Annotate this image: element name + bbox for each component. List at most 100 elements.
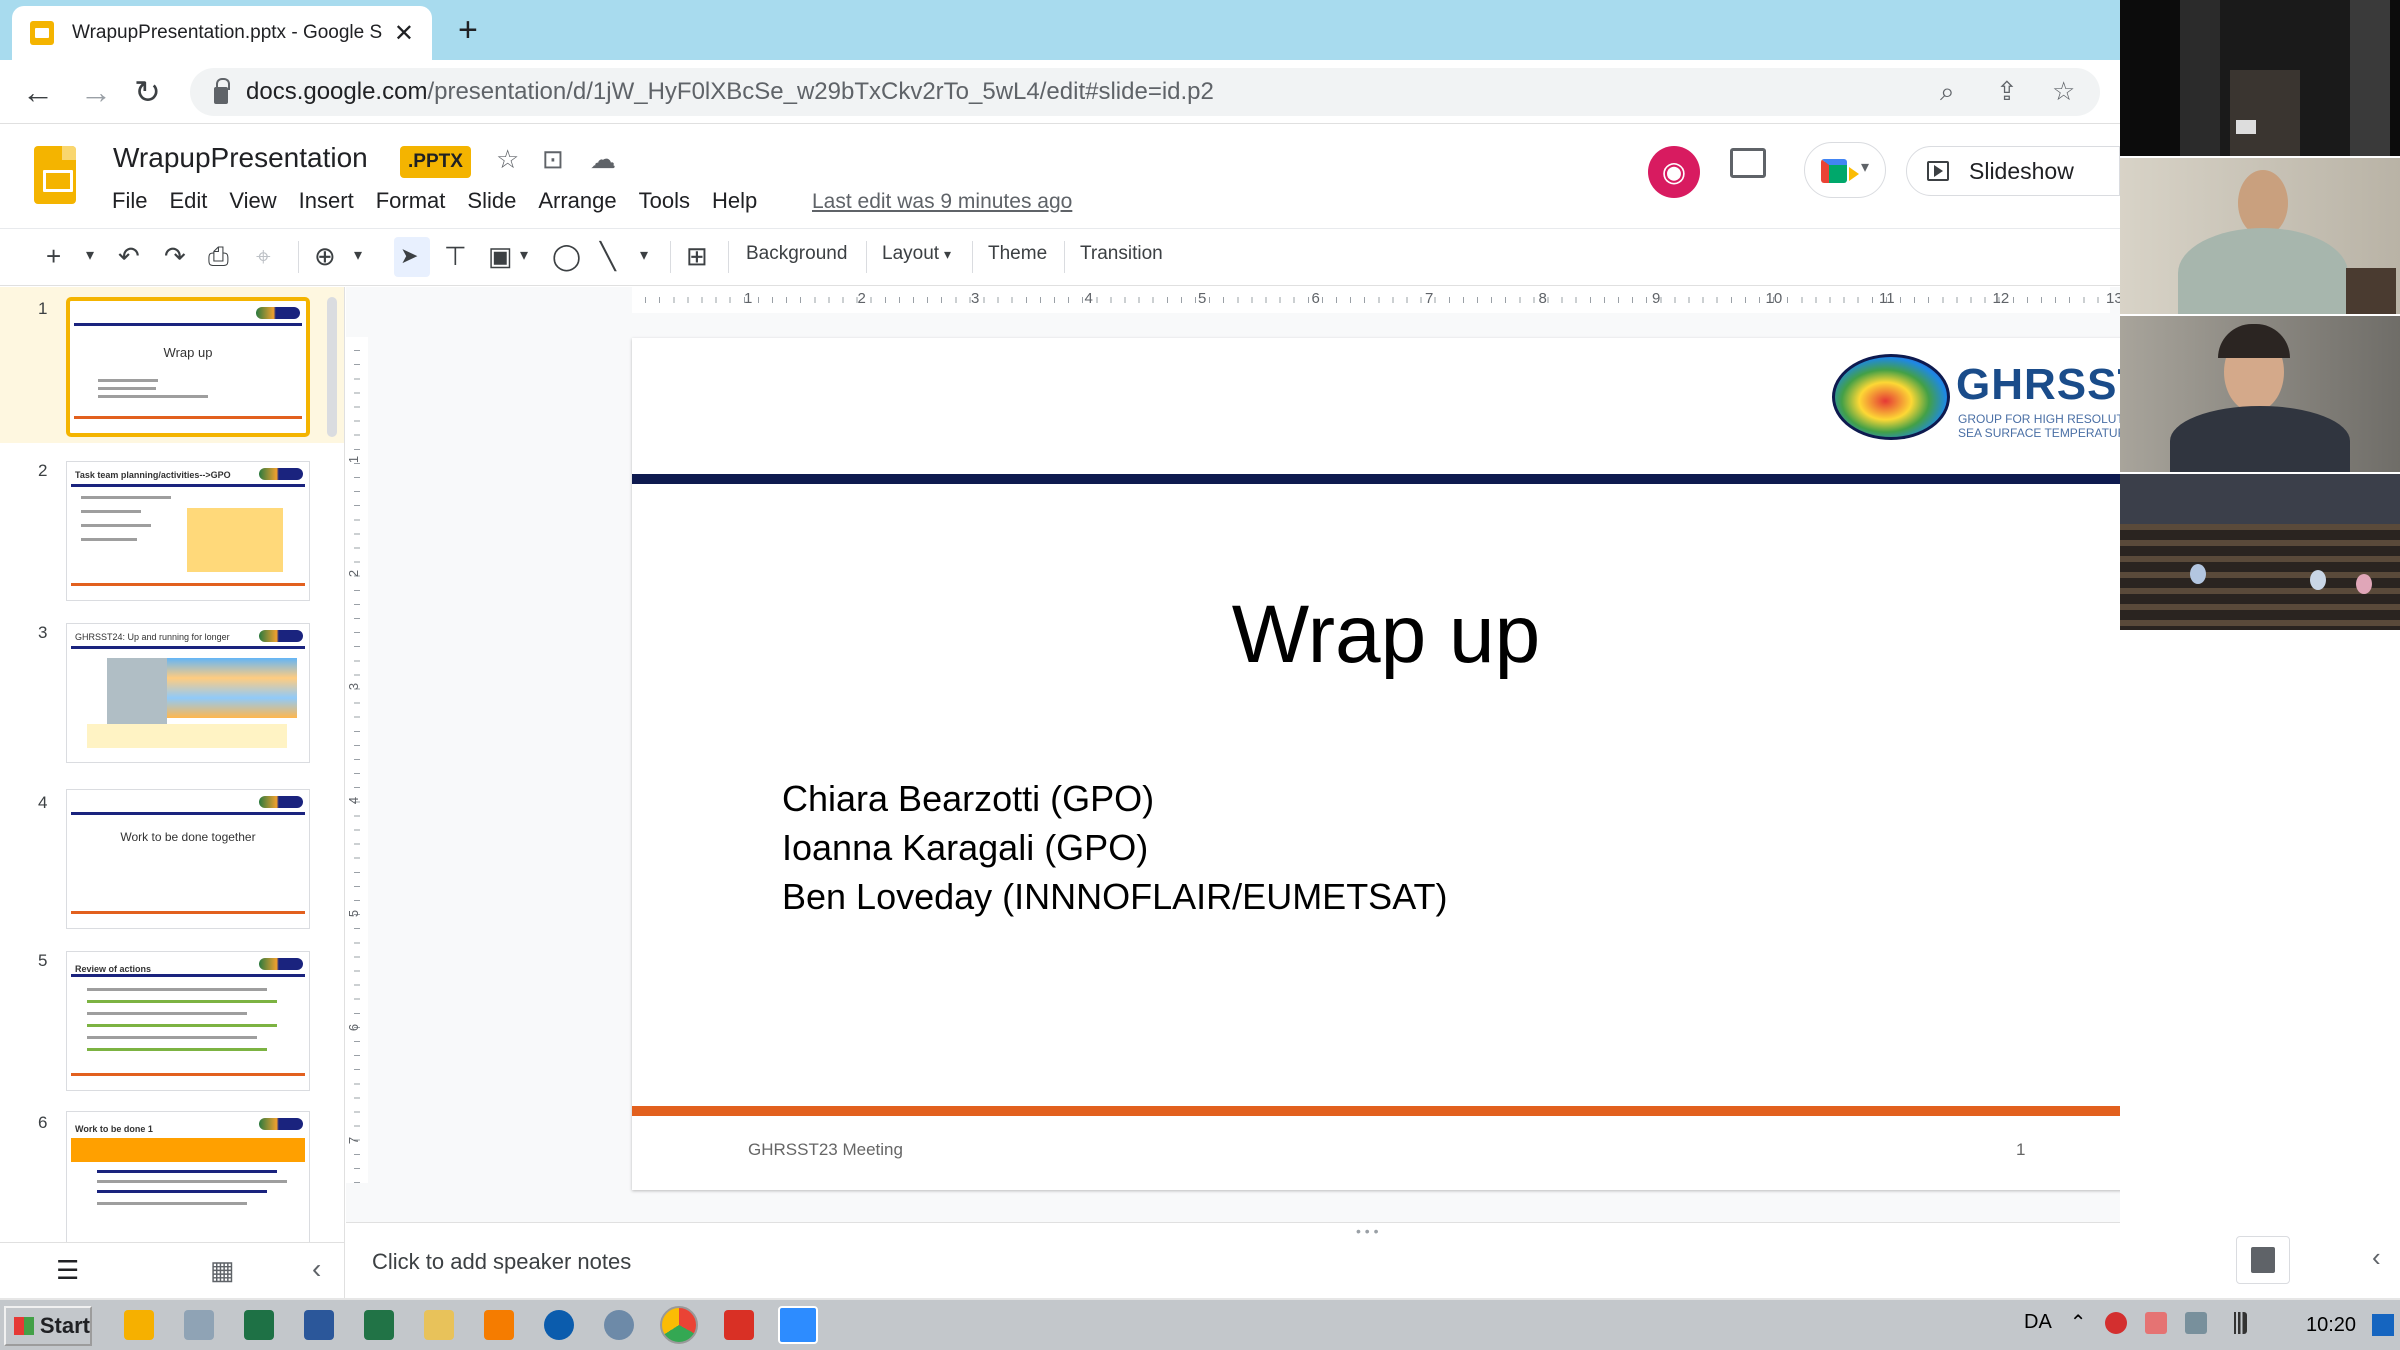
insert-image-icon[interactable]: ▣: [488, 241, 513, 271]
system-clock[interactable]: 10:20: [2306, 1314, 2356, 1337]
select-arrow-icon[interactable]: ➤: [400, 241, 418, 271]
keyboard-language[interactable]: DA: [2024, 1311, 2052, 1334]
star-icon[interactable]: ☆: [496, 144, 519, 175]
slide-thumbnail-5[interactable]: Review of actions: [66, 951, 310, 1091]
print-icon[interactable]: ⎙: [208, 241, 229, 271]
back-button[interactable]: ←: [22, 72, 54, 112]
taskbar-app-icon[interactable]: [544, 1310, 574, 1340]
horizontal-ruler[interactable]: 1 2 3 4 5 6 7 8 9 10 11 12 13: [346, 287, 2123, 313]
speaker-notes-panel[interactable]: • • • Click to add speaker notes: [346, 1222, 2120, 1298]
menu-tools[interactable]: Tools: [639, 188, 690, 214]
notes-resize-handle[interactable]: • • •: [1356, 1223, 1378, 1239]
menu-slide[interactable]: Slide: [467, 188, 516, 214]
explore-button[interactable]: [2236, 1236, 2290, 1284]
zoom-icon[interactable]: ⌕: [1940, 76, 1955, 108]
address-bar[interactable]: docs.google.com/presentation/d/1jW_HyF0l…: [190, 68, 2100, 116]
new-slide-dropdown-icon[interactable]: ▾: [86, 241, 94, 271]
tray-expand-icon[interactable]: ⌃: [2070, 1310, 2087, 1335]
taskbar-vlc-icon[interactable]: [484, 1310, 514, 1340]
grid-view-icon[interactable]: ▦: [210, 1255, 235, 1286]
cloud-status-icon[interactable]: ☁: [590, 144, 616, 175]
menu-edit[interactable]: Edit: [169, 188, 207, 214]
slide-filmstrip[interactable]: 1 Wrap up 2 Task team planning/activitie…: [0, 287, 345, 1242]
meet-button[interactable]: ▾: [1804, 142, 1886, 198]
meet-dropdown-icon[interactable]: ▾: [1861, 157, 1869, 177]
forward-button[interactable]: →: [80, 72, 112, 112]
start-button[interactable]: Start: [4, 1306, 92, 1346]
browser-tab[interactable]: WrapupPresentation.pptx - Google S ✕: [12, 6, 432, 60]
taskbar-app-icon[interactable]: [184, 1310, 214, 1340]
presenter-line[interactable]: Ioanna Karagali (GPO): [782, 827, 1148, 869]
share-icon[interactable]: ⇪: [1996, 76, 2018, 107]
tray-status-icon[interactable]: [2104, 1311, 2127, 1334]
theme-button[interactable]: Theme: [988, 243, 1047, 265]
last-edit-link[interactable]: Last edit was 9 minutes ago: [812, 190, 1072, 214]
background-button[interactable]: Background: [746, 243, 847, 265]
new-tab-button[interactable]: +: [458, 10, 478, 50]
vertical-ruler[interactable]: 1 2 3 4 5 6 7: [346, 313, 368, 1193]
taskbar-chrome-icon[interactable]: [660, 1306, 698, 1344]
menu-help[interactable]: Help: [712, 188, 757, 214]
collapse-filmstrip-icon[interactable]: ‹: [312, 1253, 321, 1285]
zoom-dropdown-icon[interactable]: ▾: [354, 241, 362, 271]
taskbar-excel-icon[interactable]: [244, 1310, 274, 1340]
lock-icon[interactable]: [214, 77, 230, 104]
paint-format-icon[interactable]: ⌖: [256, 241, 271, 271]
menu-file[interactable]: File: [112, 188, 147, 214]
shape-icon[interactable]: ◯: [552, 241, 581, 271]
slide-thumbnail-2[interactable]: Task team planning/activities-->GPO: [66, 461, 310, 601]
menu-arrange[interactable]: Arrange: [538, 188, 616, 214]
slideshow-button[interactable]: Slideshow: [1906, 146, 2120, 196]
zoom-tool-icon[interactable]: ⊕: [314, 241, 336, 271]
slide-footer-text[interactable]: GHRSST23 Meeting: [748, 1140, 903, 1160]
tray-network-icon[interactable]: [2184, 1311, 2207, 1334]
menu-format[interactable]: Format: [376, 188, 446, 214]
show-side-panel-icon[interactable]: ‹: [2372, 1242, 2381, 1273]
taskbar-acrobat-icon[interactable]: [724, 1310, 754, 1340]
new-slide-icon[interactable]: +: [46, 241, 61, 271]
taskbar-word-icon[interactable]: [304, 1310, 334, 1340]
taskbar-outlook-icon[interactable]: [124, 1310, 154, 1340]
text-box-icon[interactable]: ⊤: [444, 241, 467, 271]
comments-icon[interactable]: [1730, 148, 1766, 178]
layout-dropdown-icon[interactable]: ▾: [944, 246, 951, 263]
slide-page-number[interactable]: 1: [2016, 1140, 2025, 1160]
list-view-icon[interactable]: ☰: [56, 1255, 79, 1286]
reload-button[interactable]: ↻: [134, 72, 161, 112]
slide-title[interactable]: Wrap up: [632, 588, 2140, 682]
filmstrip-scrollbar[interactable]: [327, 297, 337, 437]
image-dropdown-icon[interactable]: ▾: [520, 241, 528, 271]
document-title[interactable]: WrapupPresentation: [113, 142, 368, 174]
menu-view[interactable]: View: [229, 188, 276, 214]
slide-thumbnail-6[interactable]: Work to be done 1: [66, 1111, 310, 1242]
layout-button[interactable]: Layout: [882, 243, 939, 265]
presenter-line[interactable]: Chiara Bearzotti (GPO): [782, 778, 1154, 820]
signal-icon[interactable]: [2224, 1311, 2247, 1334]
taskbar-zoom-icon[interactable]: [778, 1306, 818, 1344]
taskbar-folder-icon[interactable]: [424, 1310, 454, 1340]
slide-thumbnail-3[interactable]: GHRSST24: Up and running for longer: [66, 623, 310, 763]
presenter-line[interactable]: Ben Loveday (INNNOFLAIR/EUMETSAT): [782, 876, 1448, 918]
slide-canvas[interactable]: GHRSST GROUP FOR HIGH RESOLUTION SEA SUR…: [632, 338, 2140, 1190]
close-tab-icon[interactable]: ✕: [394, 19, 414, 48]
user-avatar[interactable]: ◉: [1648, 146, 1700, 198]
move-folder-icon[interactable]: ⊡: [542, 144, 564, 175]
menu-insert[interactable]: Insert: [299, 188, 354, 214]
transition-button[interactable]: Transition: [1080, 243, 1163, 265]
bookmark-star-icon[interactable]: ☆: [2052, 76, 2075, 107]
slide-thumbnail-4[interactable]: Work to be done together: [66, 789, 310, 929]
taskbar-app-icon[interactable]: [604, 1310, 634, 1340]
slide-thumbnail-1[interactable]: Wrap up: [66, 297, 310, 437]
undo-icon[interactable]: ↶: [118, 241, 140, 271]
show-desktop-icon[interactable]: [2372, 1314, 2394, 1336]
slides-logo-icon[interactable]: [34, 146, 76, 204]
taskbar-project-icon[interactable]: [364, 1310, 394, 1340]
thumb-bottom-bar: [71, 1073, 305, 1076]
line-dropdown-icon[interactable]: ▾: [640, 241, 648, 271]
line-icon[interactable]: ╲: [600, 241, 616, 271]
speaker-notes-placeholder[interactable]: Click to add speaker notes: [372, 1249, 631, 1275]
redo-icon[interactable]: ↷: [164, 241, 186, 271]
add-comment-icon[interactable]: ⊞: [686, 241, 708, 271]
ruler-number: 4: [1084, 290, 1093, 307]
tray-flag-icon[interactable]: [2144, 1311, 2167, 1334]
